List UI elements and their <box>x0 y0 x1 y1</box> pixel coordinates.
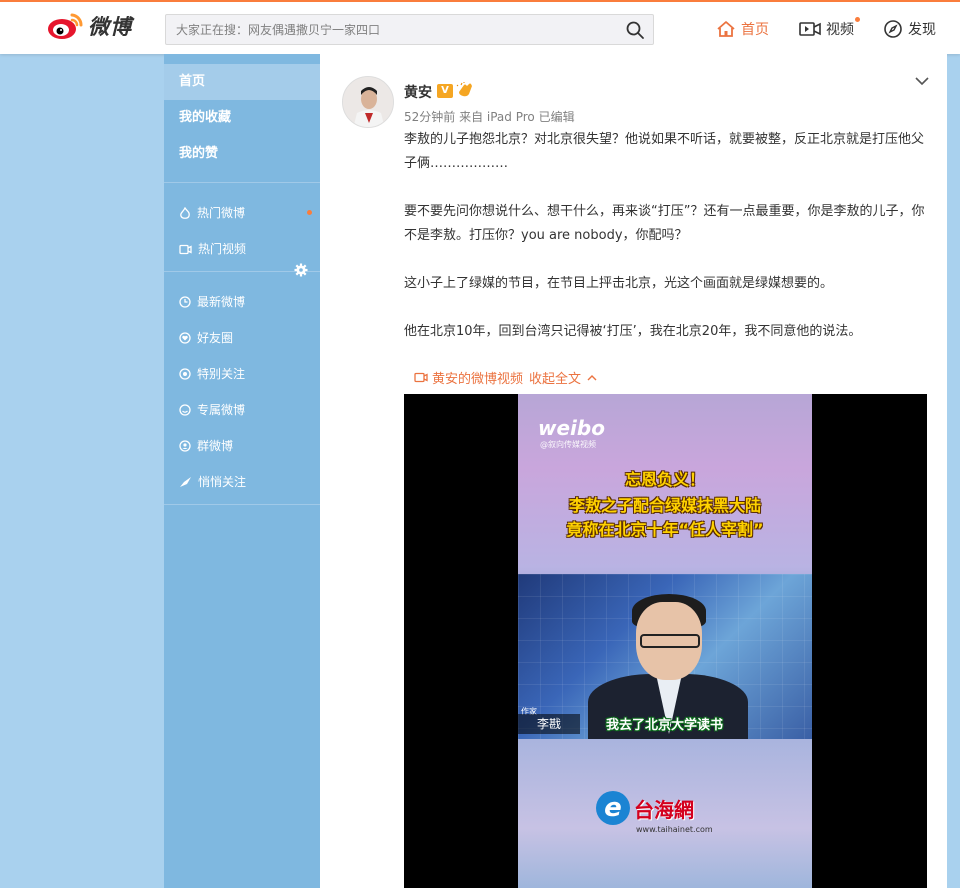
sidebar-item-likes[interactable]: 我的赞 <box>164 136 320 172</box>
video-icon <box>179 244 192 254</box>
sidebar-item-exclusive[interactable]: 专属微博 <box>164 392 320 428</box>
sidebar-item-latest[interactable]: 最新微博 <box>164 284 320 320</box>
video-name-tag: 李戡 <box>518 714 580 734</box>
group-icon <box>179 440 191 452</box>
video-frame: weibo @叙向传媒视频 忘恩负义！ 李敖之子配合绿媒抹黑大陆 竟称在北京十年… <box>518 394 812 888</box>
sidebar-divider <box>164 504 320 505</box>
post-paragraph: 李敖的儿子抱怨北京？对北京很失望？他说如果不听话，就要被整，反正北京就是打压他父… <box>404 132 925 171</box>
video-headline: 忘恩负义！ <box>624 470 705 489</box>
avatar-image <box>343 77 393 127</box>
brand-name: 微博 <box>88 15 132 39</box>
notification-dot <box>855 17 860 22</box>
video-headline: 李敖之子配合绿媒抹黑大陆 <box>568 496 761 515</box>
search-box <box>165 14 654 45</box>
sidebar-item-label: 好友圈 <box>197 331 234 345</box>
left-sidebar: 首页 我的收藏 我的赞 热门微博 热门视频 最新微博 好友圈 特别关注 专属微博… <box>164 54 320 888</box>
nav-home-label: 首页 <box>741 22 769 38</box>
video-studio-scene: 作家 李戡 我去了北京大学读书 <box>518 574 812 739</box>
verified-badge: V <box>437 84 453 98</box>
star-icon <box>179 368 191 380</box>
video-caption: 我去了北京大学读书 <box>606 718 724 733</box>
fire-icon <box>180 206 190 219</box>
sidebar-item-label: 特别关注 <box>197 367 246 381</box>
taihainet-e-icon: e <box>596 791 630 825</box>
nav-video-label: 视频 <box>826 22 854 38</box>
sidebar-item-label: 最新微博 <box>197 295 246 309</box>
video-icon <box>799 22 821 36</box>
weibo-logo[interactable]: 微博 <box>46 11 132 41</box>
nav-discover-label: 发现 <box>908 22 936 38</box>
nav-discover[interactable]: 发现 <box>883 19 936 39</box>
sidebar-item-label: 热门视频 <box>198 242 247 256</box>
video-link[interactable]: 黄安的微博视频 <box>432 368 523 387</box>
weibo-logo-icon <box>48 13 83 39</box>
sidebar-item-hot-weibo[interactable]: 热门微博 <box>164 195 320 231</box>
compass-icon <box>884 20 902 38</box>
video-player[interactable]: weibo @叙向传媒视频 忘恩负义！ 李敖之子配合绿媒抹黑大陆 竟称在北京十年… <box>404 394 927 888</box>
sidebar-item-hot-video[interactable]: 热门视频 <box>164 231 320 267</box>
clock-icon <box>179 296 191 308</box>
nav-video[interactable]: 视频 <box>799 17 860 39</box>
sidebar-item-friends[interactable]: 好友圈 <box>164 320 320 356</box>
taihainet-text: 台海網 <box>634 797 694 822</box>
sidebar-item-label: 热门微博 <box>197 206 246 220</box>
taihainet-url: www.taihainet.com <box>636 825 713 834</box>
feed-card: 黄安 V 52分钟前 来自 iPad Pro 已编辑 李敖的儿子抱怨北京？对北京… <box>320 54 947 888</box>
heart-icon <box>179 332 191 344</box>
smile-icon <box>179 404 191 416</box>
nav-home[interactable]: 首页 <box>716 19 769 39</box>
chevron-down-icon[interactable] <box>915 76 929 86</box>
post-paragraph: 这小子上了绿媒的节目，在节目上抨击北京，光这个画面就是绿媒想要的。 <box>404 276 834 291</box>
post-meta: 52分钟前 来自 iPad Pro 已编辑 <box>404 110 575 124</box>
taihainet-logo: e 台海網 <box>596 791 694 825</box>
sidebar-item-label: 悄悄关注 <box>198 475 247 489</box>
sidebar-item-favorites[interactable]: 我的收藏 <box>164 100 320 136</box>
post-paragraph: 要不要先问你想说什么、想干什么，再来谈“打压”？还有一点最重要，你是李敖的儿子，… <box>404 204 925 243</box>
sidebar-item-special[interactable]: 特别关注 <box>164 356 320 392</box>
search-icon[interactable] <box>625 20 645 40</box>
video-bottom-area: e 台海網 www.taihainet.com <box>518 739 812 888</box>
post-content: 李敖的儿子抱怨北京？对北京很失望？他说如果不听话，就要被整，反正北京就是打压他父… <box>404 128 929 344</box>
video-link-row: 黄安的微博视频 收起全文 <box>414 368 601 387</box>
sidebar-item-home[interactable]: 首页 <box>164 64 320 100</box>
sidebar-divider <box>164 263 320 277</box>
home-icon <box>717 21 735 37</box>
whisper-icon <box>180 477 191 487</box>
post-paragraph: 他在北京10年，回到台湾只记得被‘打压’，我在北京20年，我不同意他的说法。 <box>404 324 862 339</box>
collapse-button[interactable]: 收起全文 <box>529 368 581 387</box>
top-navbar: 微博 首页 视频 发现 <box>0 0 960 54</box>
gear-icon[interactable] <box>294 263 308 277</box>
video-headline: 竟称在北京十年“任人宰割” <box>566 520 764 539</box>
sidebar-item-secret-follow[interactable]: 悄悄关注 <box>164 464 320 500</box>
chevron-up-icon[interactable] <box>587 374 597 381</box>
weibo-watermark-sub: @叙向传媒视频 <box>540 440 596 449</box>
search-input[interactable] <box>166 15 606 44</box>
author-name[interactable]: 黄安 <box>404 82 432 102</box>
sidebar-item-label: 群微博 <box>197 439 234 453</box>
video-icon <box>414 372 428 383</box>
clap-badge-icon <box>456 82 472 97</box>
sidebar-divider <box>164 182 320 183</box>
sidebar-item-label: 专属微博 <box>197 403 246 417</box>
avatar[interactable] <box>342 76 394 128</box>
weibo-watermark: weibo <box>538 416 605 440</box>
notification-dot <box>307 210 312 215</box>
sidebar-item-group[interactable]: 群微博 <box>164 428 320 464</box>
